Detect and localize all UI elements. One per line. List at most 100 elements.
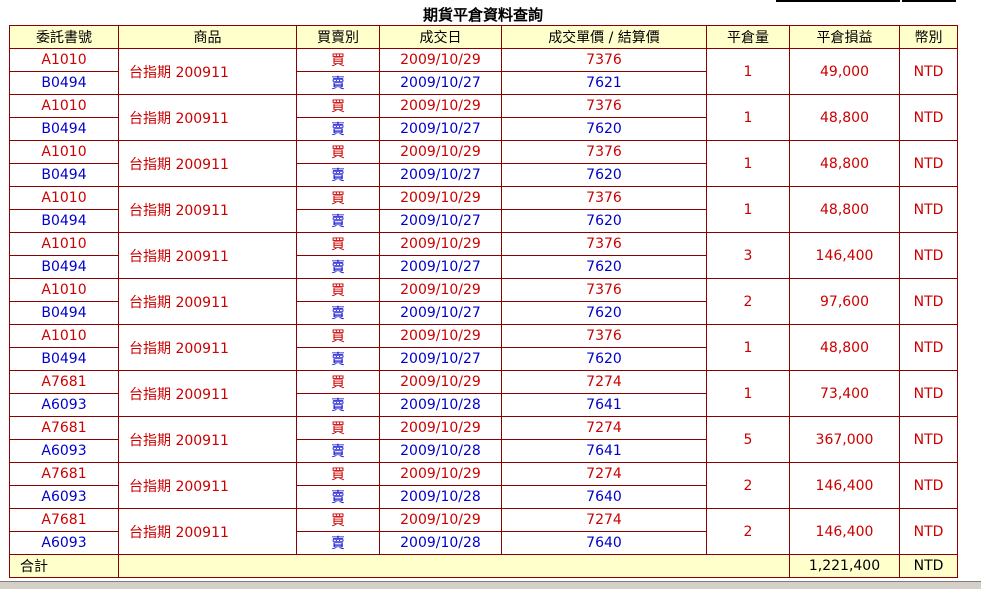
col-header-pnl: 平倉損益 bbox=[789, 25, 900, 49]
buy-price: 7376 bbox=[501, 140, 707, 164]
close-pnl: 48,800 bbox=[789, 186, 900, 233]
sell-order-no: B0494 bbox=[9, 71, 119, 95]
buy-order-no: A1010 bbox=[9, 278, 119, 302]
table-row: A7681 台指期 200911 買 2009/10/29 7274 5 367,000 NT… bbox=[9, 416, 958, 463]
buy-trade-date: 2009/10/29 bbox=[379, 324, 502, 348]
sell-order-no: B0494 bbox=[9, 163, 119, 187]
sell-price: 7640 bbox=[501, 531, 707, 555]
close-pnl: 367,000 bbox=[789, 416, 900, 463]
sell-price: 7620 bbox=[501, 163, 707, 187]
total-row: 合計 1,221,400 NTD bbox=[9, 554, 958, 578]
table-header-row: 委託書號 商品 買賣別 成交日 成交單價 / 結算價 平倉量 平倉損益 幣別 bbox=[9, 25, 958, 49]
sell-price: 7640 bbox=[501, 485, 707, 509]
buy-trade-date: 2009/10/29 bbox=[379, 140, 502, 164]
buy-order-no: A1010 bbox=[9, 48, 119, 72]
table-row: A7681 台指期 200911 買 2009/10/29 7274 2 146,400 NT… bbox=[9, 462, 958, 509]
table-row: A1010 台指期 200911 買 2009/10/29 7376 3 146,400 NT… bbox=[9, 232, 958, 279]
table-row: A1010 台指期 200911 買 2009/10/29 7376 1 49,000 NTD bbox=[9, 48, 958, 95]
sell-side-label: 賣 bbox=[296, 71, 380, 95]
buy-price: 7274 bbox=[501, 508, 707, 532]
sell-side-label: 賣 bbox=[296, 531, 380, 555]
close-pnl: 48,800 bbox=[789, 140, 900, 187]
sell-order-no: A6093 bbox=[9, 439, 119, 463]
sell-side-label: 賣 bbox=[296, 301, 380, 325]
buy-order-no: A7681 bbox=[9, 462, 119, 486]
sell-side-label: 賣 bbox=[296, 255, 380, 279]
close-pnl: 49,000 bbox=[789, 48, 900, 95]
table-row: A1010 台指期 200911 買 2009/10/29 7376 1 48,800 NTD bbox=[9, 324, 958, 371]
product-name: 台指期 200911 bbox=[118, 370, 297, 417]
col-header-product: 商品 bbox=[118, 25, 297, 49]
sell-order-no: B0494 bbox=[9, 301, 119, 325]
sell-trade-date: 2009/10/28 bbox=[379, 485, 502, 509]
sell-price: 7620 bbox=[501, 255, 707, 279]
currency: NTD bbox=[899, 462, 958, 509]
sell-order-no: B0494 bbox=[9, 209, 119, 233]
buy-trade-date: 2009/10/29 bbox=[379, 232, 502, 256]
sell-side-label: 賣 bbox=[296, 209, 380, 233]
close-qty: 2 bbox=[706, 508, 790, 555]
buy-side-label: 買 bbox=[296, 140, 380, 164]
close-pnl: 73,400 bbox=[789, 370, 900, 417]
buy-order-no: A1010 bbox=[9, 94, 119, 118]
buy-side-label: 買 bbox=[296, 186, 380, 210]
sell-side-label: 賣 bbox=[296, 163, 380, 187]
close-pnl: 48,800 bbox=[789, 94, 900, 141]
sell-order-no: A6093 bbox=[9, 393, 119, 417]
currency: NTD bbox=[899, 140, 958, 187]
close-qty: 3 bbox=[706, 232, 790, 279]
sell-price: 7620 bbox=[501, 347, 707, 371]
product-name: 台指期 200911 bbox=[118, 278, 297, 325]
close-pnl: 146,400 bbox=[789, 232, 900, 279]
close-qty: 2 bbox=[706, 278, 790, 325]
sell-price: 7641 bbox=[501, 393, 707, 417]
col-header-currency: 幣別 bbox=[899, 25, 958, 49]
buy-side-label: 買 bbox=[296, 416, 380, 440]
col-header-trade-date: 成交日 bbox=[379, 25, 502, 49]
product-name: 台指期 200911 bbox=[118, 508, 297, 555]
sell-side-label: 賣 bbox=[296, 393, 380, 417]
buy-price: 7274 bbox=[501, 462, 707, 486]
sell-side-label: 賣 bbox=[296, 439, 380, 463]
sell-trade-date: 2009/10/27 bbox=[379, 71, 502, 95]
sell-order-no: A6093 bbox=[9, 531, 119, 555]
table-body: A1010 台指期 200911 買 2009/10/29 7376 1 49,000 NTD… bbox=[9, 48, 958, 555]
table-row: A1010 台指期 200911 買 2009/10/29 7376 2 97,600 NTD bbox=[9, 278, 958, 325]
product-name: 台指期 200911 bbox=[118, 48, 297, 95]
total-pnl: 1,221,400 bbox=[789, 554, 900, 578]
buy-trade-date: 2009/10/29 bbox=[379, 462, 502, 486]
buy-order-no: A7681 bbox=[9, 508, 119, 532]
sell-side-label: 賣 bbox=[296, 117, 380, 141]
buy-order-no: A1010 bbox=[9, 186, 119, 210]
close-pnl: 146,400 bbox=[789, 462, 900, 509]
currency: NTD bbox=[899, 278, 958, 325]
product-name: 台指期 200911 bbox=[118, 324, 297, 371]
product-name: 台指期 200911 bbox=[118, 186, 297, 233]
product-name: 台指期 200911 bbox=[118, 232, 297, 279]
top-decoration-line bbox=[776, 0, 900, 2]
buy-order-no: A1010 bbox=[9, 232, 119, 256]
table-row: A1010 台指期 200911 買 2009/10/29 7376 1 48,800 NTD bbox=[9, 186, 958, 233]
buy-price: 7376 bbox=[501, 94, 707, 118]
buy-trade-date: 2009/10/29 bbox=[379, 370, 502, 394]
buy-order-no: A7681 bbox=[9, 370, 119, 394]
buy-trade-date: 2009/10/29 bbox=[379, 48, 502, 72]
sell-price: 7641 bbox=[501, 439, 707, 463]
close-qty: 5 bbox=[706, 416, 790, 463]
buy-trade-date: 2009/10/29 bbox=[379, 94, 502, 118]
product-name: 台指期 200911 bbox=[118, 94, 297, 141]
currency: NTD bbox=[899, 370, 958, 417]
sell-trade-date: 2009/10/28 bbox=[379, 439, 502, 463]
table-row: A1010 台指期 200911 買 2009/10/29 7376 1 48,800 NTD bbox=[9, 140, 958, 187]
col-header-qty: 平倉量 bbox=[706, 25, 790, 49]
buy-trade-date: 2009/10/29 bbox=[379, 508, 502, 532]
col-header-price: 成交單價 / 結算價 bbox=[501, 25, 707, 49]
currency: NTD bbox=[899, 186, 958, 233]
close-qty: 1 bbox=[706, 370, 790, 417]
table-row: A7681 台指期 200911 買 2009/10/29 7274 2 146,400 NT… bbox=[9, 508, 958, 555]
buy-side-label: 買 bbox=[296, 370, 380, 394]
sell-trade-date: 2009/10/27 bbox=[379, 301, 502, 325]
currency: NTD bbox=[899, 94, 958, 141]
sell-trade-date: 2009/10/27 bbox=[379, 209, 502, 233]
buy-order-no: A1010 bbox=[9, 140, 119, 164]
